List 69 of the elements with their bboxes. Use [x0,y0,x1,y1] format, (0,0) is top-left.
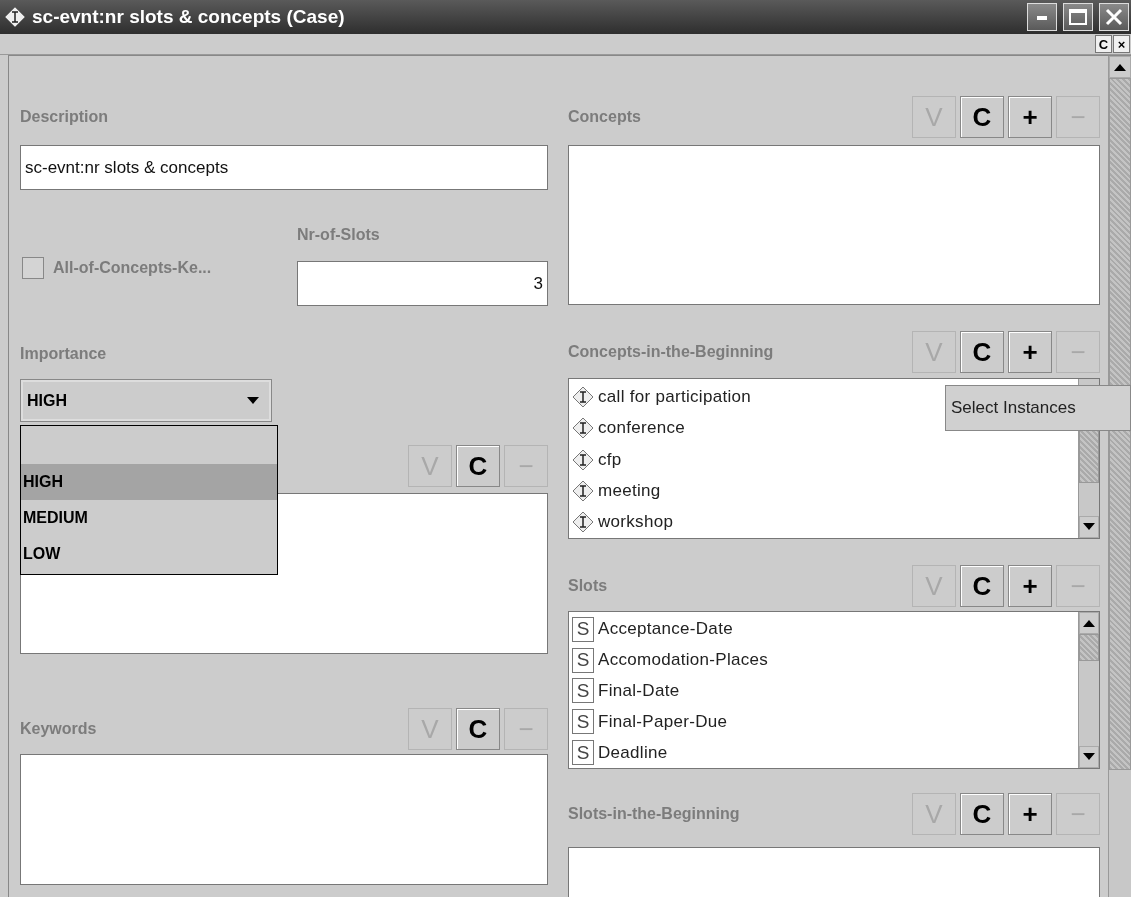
diamond-icon [572,385,594,408]
slot-badge: S [572,678,594,704]
list-box[interactable]: S Acceptance-Date S Accomodation-Places S Final-Date S Final-Paper-Due S Deadline [568,611,1100,769]
list-item[interactable]: meeting [569,475,1078,507]
diamond-icon [572,417,594,440]
toolbar-button[interactable]: C [456,708,500,750]
scroll-down-button[interactable] [1079,516,1099,538]
toolbar-button[interactable]: + [1008,565,1052,607]
checkbox-label: All-of-Concepts-Ke... [53,258,212,277]
scrollbar[interactable] [1108,56,1131,897]
section-label: Concepts [568,108,641,126]
scroll-up-button[interactable] [1109,56,1131,78]
list-item[interactable]: S Accomodation-Places [569,644,1078,676]
toolbar-button[interactable]: + [1008,96,1052,138]
slot-badge: S [572,616,594,642]
field-label: Nr-of-Slots [297,226,380,244]
slot-badge: S [572,709,594,735]
checkbox[interactable] [22,256,44,279]
list-item[interactable]: cfp [569,443,1078,476]
diamond-icon [572,479,594,502]
scroll-thumb[interactable] [1079,634,1099,661]
dropdown-option[interactable]: LOW [21,536,277,572]
toolbar-button[interactable]: C [960,96,1004,138]
section-label: Slots [568,577,608,595]
down-arrow-icon [1083,523,1095,531]
down-arrow-icon [1083,753,1095,761]
section-label: Keywords [20,720,97,738]
toolbar-button[interactable]: C [960,793,1004,835]
nr-of-slots-field[interactable]: 3 [297,261,548,306]
maximize-icon [1069,9,1087,25]
down-arrow-icon [247,396,259,405]
diamond-icon [4,6,26,28]
close-icon [1105,8,1123,26]
section-label: Slots-in-the-Beginning [568,805,740,823]
toolbar-button[interactable]: C [1095,35,1112,53]
toolbar-button[interactable]: × [1113,35,1130,53]
diamond-icon [572,511,594,534]
description-field[interactable]: sc-evnt:nr slots & concepts [20,145,548,190]
section-label: Importance [20,345,107,363]
scroll-up-button[interactable] [1079,612,1099,634]
minimize-icon [1037,14,1047,20]
list-item[interactable]: S Final-Date [569,675,1078,707]
close-button[interactable] [1099,3,1129,31]
toolbar-button[interactable]: + [1008,793,1052,835]
dropdown-option[interactable]: MEDIUM [21,500,277,536]
section-label: Description [20,108,108,126]
diamond-icon [572,448,594,471]
scrollbar[interactable] [1078,612,1099,768]
up-arrow-icon [1114,63,1126,71]
toolbar-button[interactable]: + [1008,331,1052,373]
dropdown-option[interactable]: HIGH [21,464,277,500]
scroll-down-button[interactable] [1079,746,1099,768]
importance-dropdown[interactable]: HIGH [20,379,272,422]
toolbar-button[interactable]: C [960,565,1004,607]
list-item[interactable]: S Deadline [569,737,1078,768]
list-item[interactable]: workshop [569,506,1078,538]
list-item[interactable]: S Final-Paper-Due [569,706,1078,738]
slot-badge: S [572,647,594,673]
window-title: sc-evnt:nr slots & concepts (Case) [32,6,346,28]
section-label: Concepts-in-the-Beginning [568,343,774,361]
tooltip: Select Instances [945,385,1131,431]
list-item[interactable]: S Acceptance-Date [569,614,1078,645]
toolbar-button[interactable]: C [456,445,500,487]
scroll-thumb[interactable] [1109,78,1131,770]
up-arrow-icon [1083,619,1095,627]
toolbar-button[interactable]: C [960,331,1004,373]
minimize-button[interactable] [1027,3,1057,31]
maximize-button[interactable] [1063,3,1093,31]
slot-badge: S [572,740,594,766]
